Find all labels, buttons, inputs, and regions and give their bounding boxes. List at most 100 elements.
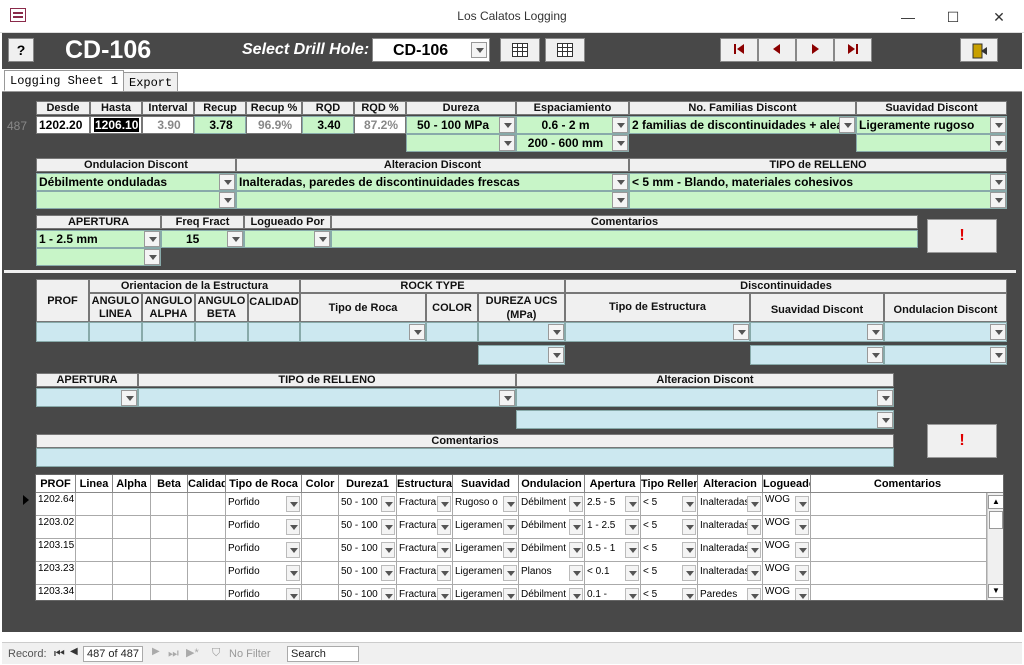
flag-button[interactable]: ! <box>927 219 997 253</box>
table-cell[interactable] <box>76 539 113 562</box>
table-cell[interactable]: 1203.23 <box>36 562 76 585</box>
first-record-button[interactable] <box>720 38 758 62</box>
table-cell[interactable] <box>151 493 188 516</box>
table-cell[interactable]: Porfido <box>226 493 302 516</box>
table-cell[interactable] <box>302 539 339 562</box>
chevron-down-icon[interactable] <box>747 588 761 600</box>
table-cell[interactable]: Fractura <box>397 539 453 562</box>
chevron-down-icon[interactable] <box>286 588 300 600</box>
chevron-down-icon[interactable] <box>569 542 583 558</box>
table-cell[interactable] <box>302 585 339 600</box>
suavidad-combo[interactable]: Ligeramente rugoso <box>856 116 1007 134</box>
chevron-down-icon[interactable] <box>381 519 395 535</box>
table-cell[interactable] <box>151 516 188 539</box>
table-cell[interactable]: 1203.02 <box>36 516 76 539</box>
table-cell[interactable]: WOG <box>763 562 811 585</box>
table-cell[interactable] <box>302 562 339 585</box>
alteracion-combo[interactable]: Inalteradas, paredes de discontinuidades… <box>236 173 629 191</box>
scroll-up-icon[interactable]: ▲ <box>988 495 1003 509</box>
relleno-combo[interactable]: < 5 mm - Blando, materiales cohesivos <box>629 173 1007 191</box>
flag-button-2[interactable]: ! <box>927 424 997 458</box>
table-cell[interactable] <box>113 585 151 600</box>
table-cell[interactable] <box>76 585 113 600</box>
col-beta[interactable]: Beta <box>151 475 188 493</box>
table-cell[interactable] <box>188 562 226 585</box>
table-cell[interactable]: 1203.15 <box>36 539 76 562</box>
col-alteracion[interactable]: Alteracion <box>698 475 763 493</box>
record-position-input[interactable]: 487 of 487 <box>83 646 143 662</box>
table-cell[interactable]: < 5 <box>641 516 698 539</box>
col-tipo-relleno[interactable]: Tipo Relleno <box>641 475 698 493</box>
col-estructura[interactable]: Estructura <box>397 475 453 493</box>
ondulacion-discont-combo-2[interactable] <box>884 345 1007 365</box>
chevron-down-icon[interactable] <box>990 347 1006 363</box>
table-cell[interactable]: 1 - 2.5 <box>585 516 641 539</box>
tipo-roca-combo[interactable] <box>300 322 426 342</box>
chevron-down-icon[interactable] <box>503 542 517 558</box>
relleno-combo-2[interactable] <box>629 191 1007 209</box>
ondulacion-combo-2[interactable] <box>36 191 236 209</box>
table-row[interactable]: 1203.02 Porfido 50 - 100 Fractura Ligeramen D… <box>36 516 988 539</box>
table-cell[interactable]: 1202.64 <box>36 493 76 516</box>
table-cell[interactable] <box>151 539 188 562</box>
chevron-down-icon[interactable] <box>682 519 696 535</box>
vertical-scrollbar[interactable]: ▲ ▼ <box>987 493 1003 600</box>
col-alpha[interactable]: Alpha <box>113 475 151 493</box>
table-cell[interactable] <box>811 585 987 600</box>
chevron-down-icon[interactable] <box>569 565 583 581</box>
table-cell[interactable]: Porfido <box>226 562 302 585</box>
chevron-down-icon[interactable] <box>219 192 235 208</box>
table-cell[interactable] <box>811 562 987 585</box>
chevron-down-icon[interactable] <box>548 324 564 340</box>
chevron-down-icon[interactable] <box>795 588 809 600</box>
search-input[interactable]: Search <box>287 646 359 662</box>
chevron-down-icon[interactable] <box>286 496 300 512</box>
chevron-down-icon[interactable] <box>682 588 696 600</box>
tab-logging-sheet[interactable]: Logging Sheet 1 <box>4 70 125 91</box>
table-cell[interactable]: Ligeramen <box>453 585 519 600</box>
table-cell[interactable]: < 5 <box>641 539 698 562</box>
report-button[interactable] <box>545 38 585 62</box>
table-cell[interactable]: Débilment <box>519 585 585 600</box>
chevron-down-icon[interactable] <box>990 192 1006 208</box>
familias-combo[interactable]: 2 familias de discontinuidades + alea <box>629 116 856 134</box>
filter-status[interactable]: No Filter <box>229 648 271 660</box>
table-cell[interactable] <box>188 516 226 539</box>
table-cell[interactable]: 50 - 100 <box>339 516 397 539</box>
table-cell[interactable]: Fractura <box>397 493 453 516</box>
chevron-down-icon[interactable] <box>121 390 137 406</box>
chevron-down-icon[interactable] <box>437 588 451 600</box>
chevron-down-icon[interactable] <box>409 324 425 340</box>
table-row[interactable]: 1203.15 Porfido 50 - 100 Fractura Ligeramen D… <box>36 539 988 562</box>
chevron-down-icon[interactable] <box>499 135 515 151</box>
comentarios-2-field[interactable] <box>36 448 894 467</box>
chevron-down-icon[interactable] <box>747 519 761 535</box>
table-cell[interactable]: 50 - 100 <box>339 493 397 516</box>
chevron-down-icon[interactable] <box>795 542 809 558</box>
nav-next-icon[interactable]: ▶ <box>152 646 160 657</box>
table-cell[interactable]: 2.5 - 5 <box>585 493 641 516</box>
chevron-down-icon[interactable] <box>499 390 515 406</box>
chevron-down-icon[interactable] <box>733 324 749 340</box>
table-cell[interactable]: < 5 <box>641 493 698 516</box>
col-tipo-roca[interactable]: Tipo de Roca <box>226 475 302 493</box>
logueado-combo[interactable] <box>244 230 331 248</box>
table-cell[interactable] <box>811 539 987 562</box>
freq-fract-combo[interactable]: 15 <box>161 230 244 248</box>
chevron-down-icon[interactable] <box>682 542 696 558</box>
chevron-down-icon[interactable] <box>437 519 451 535</box>
chevron-down-icon[interactable] <box>499 117 515 133</box>
table-cell[interactable] <box>188 539 226 562</box>
table-cell[interactable] <box>811 516 987 539</box>
table-cell[interactable]: Paredes <box>698 585 763 600</box>
chevron-down-icon[interactable] <box>990 117 1006 133</box>
dureza-combo[interactable]: 50 - 100 MPa <box>406 116 516 134</box>
table-cell[interactable]: < 5 <box>641 562 698 585</box>
chevron-down-icon[interactable] <box>795 519 809 535</box>
chevron-down-icon[interactable] <box>437 542 451 558</box>
table-cell[interactable]: Rugoso o <box>453 493 519 516</box>
chevron-down-icon[interactable] <box>682 496 696 512</box>
table-cell[interactable] <box>302 516 339 539</box>
chevron-down-icon[interactable] <box>867 347 883 363</box>
table-cell[interactable] <box>113 493 151 516</box>
